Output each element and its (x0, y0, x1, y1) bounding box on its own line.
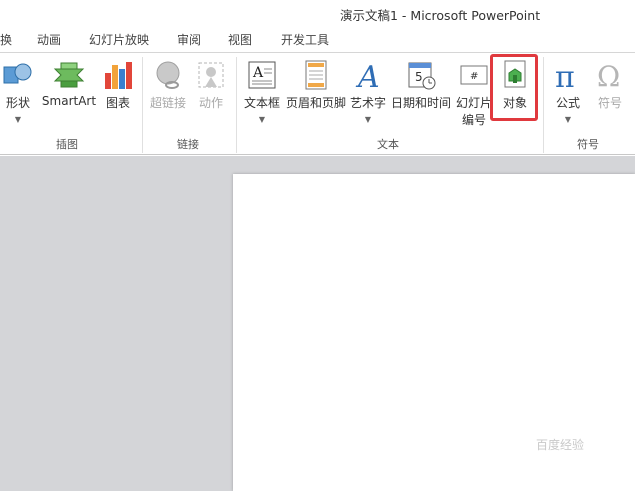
chart-button[interactable]: 图表 (100, 55, 136, 133)
datetime-button[interactable]: 5 日期和时间 (390, 55, 452, 133)
group-label-links: 链接 (177, 138, 199, 151)
tab-slideshow[interactable]: 幻灯片放映 (89, 31, 149, 48)
wordart-label: 艺术字 (349, 96, 386, 110)
tab-transitions[interactable]: 换 (0, 31, 12, 48)
watermark: 百度经验 (536, 438, 585, 452)
smartart-button[interactable]: SmartArt (38, 55, 100, 133)
svg-text:Ω: Ω (597, 60, 620, 91)
chevron-down-icon: ▼ (14, 115, 22, 124)
highlight-box (490, 54, 538, 121)
textbox-label: 文本框 (243, 96, 280, 110)
slide-number-icon: # (460, 65, 488, 85)
hyperlink-label: 超链接 (149, 96, 186, 110)
calendar-clock-icon: 5 (408, 62, 436, 90)
textbox-icon: A (248, 61, 276, 89)
group-label-text: 文本 (377, 138, 399, 151)
group-separator (236, 57, 237, 153)
action-label: 动作 (198, 96, 223, 110)
shapes-button[interactable]: 形状 ▼ (0, 55, 36, 133)
tab-view[interactable]: 视图 (228, 31, 252, 48)
svg-text:π: π (555, 60, 575, 91)
equation-button[interactable]: π 公式 ▼ (548, 55, 588, 133)
svg-text:#: # (470, 71, 478, 82)
chart-label: 图表 (105, 96, 130, 110)
chevron-down-icon: ▼ (258, 115, 266, 124)
tab-review[interactable]: 审阅 (177, 31, 201, 48)
ribbon: 形状 ▼ SmartArt 图表 超链接 动作 A 文本框 ▼ 页眉和页脚 A … (0, 52, 635, 155)
hyperlink-globe-icon (156, 61, 180, 89)
textbox-button[interactable]: A 文本框 ▼ (240, 55, 284, 133)
group-label-illustrations: 插图 (56, 138, 78, 151)
group-label-symbols: 符号 (577, 138, 599, 151)
chevron-down-icon: ▼ (364, 115, 372, 124)
group-separator (543, 57, 544, 153)
svg-text:A: A (355, 60, 380, 91)
omega-icon: Ω (597, 60, 620, 91)
window-title: 演示文稿1 - Microsoft PowerPoint (340, 8, 541, 23)
chevron-down-icon: ▼ (564, 115, 572, 124)
tab-developer[interactable]: 开发工具 (281, 31, 329, 48)
header-footer-button[interactable]: 页眉和页脚 (284, 55, 348, 133)
wordart-button[interactable]: A 艺术字 ▼ (348, 55, 388, 133)
svg-text:A: A (252, 65, 264, 81)
group-separator (142, 57, 143, 153)
slide-number-button[interactable]: # 幻灯片 编号 (454, 55, 494, 133)
action-button[interactable]: 动作 (192, 55, 230, 133)
bar-chart-icon (105, 62, 132, 89)
tab-animations[interactable]: 动画 (37, 31, 61, 48)
smartart-label: SmartArt (41, 94, 97, 108)
datetime-label: 日期和时间 (390, 96, 451, 110)
symbol-label: 符号 (597, 96, 622, 110)
svg-text:5: 5 (415, 70, 423, 84)
smartart-icon (53, 62, 85, 88)
slide-number-label-line2: 编号 (461, 113, 486, 127)
hyperlink-button[interactable]: 超链接 (146, 55, 190, 133)
ribbon-tab-bar: 换 动画 幻灯片放映 审阅 视图 开发工具 (0, 26, 635, 52)
equation-label: 公式 (555, 96, 580, 110)
symbol-button[interactable]: Ω 符号 (590, 55, 630, 133)
wordart-icon: A (355, 60, 380, 91)
slide-number-label-line1: 幻灯片 (455, 96, 492, 110)
title-bar: 演示文稿1 - Microsoft PowerPoint (0, 0, 635, 26)
pi-icon: π (555, 60, 575, 91)
header-footer-icon (305, 60, 327, 90)
header-footer-label: 页眉和页脚 (285, 96, 346, 110)
action-icon (198, 62, 224, 88)
shapes-label: 形状 (5, 96, 30, 110)
shapes-icon (3, 63, 32, 84)
